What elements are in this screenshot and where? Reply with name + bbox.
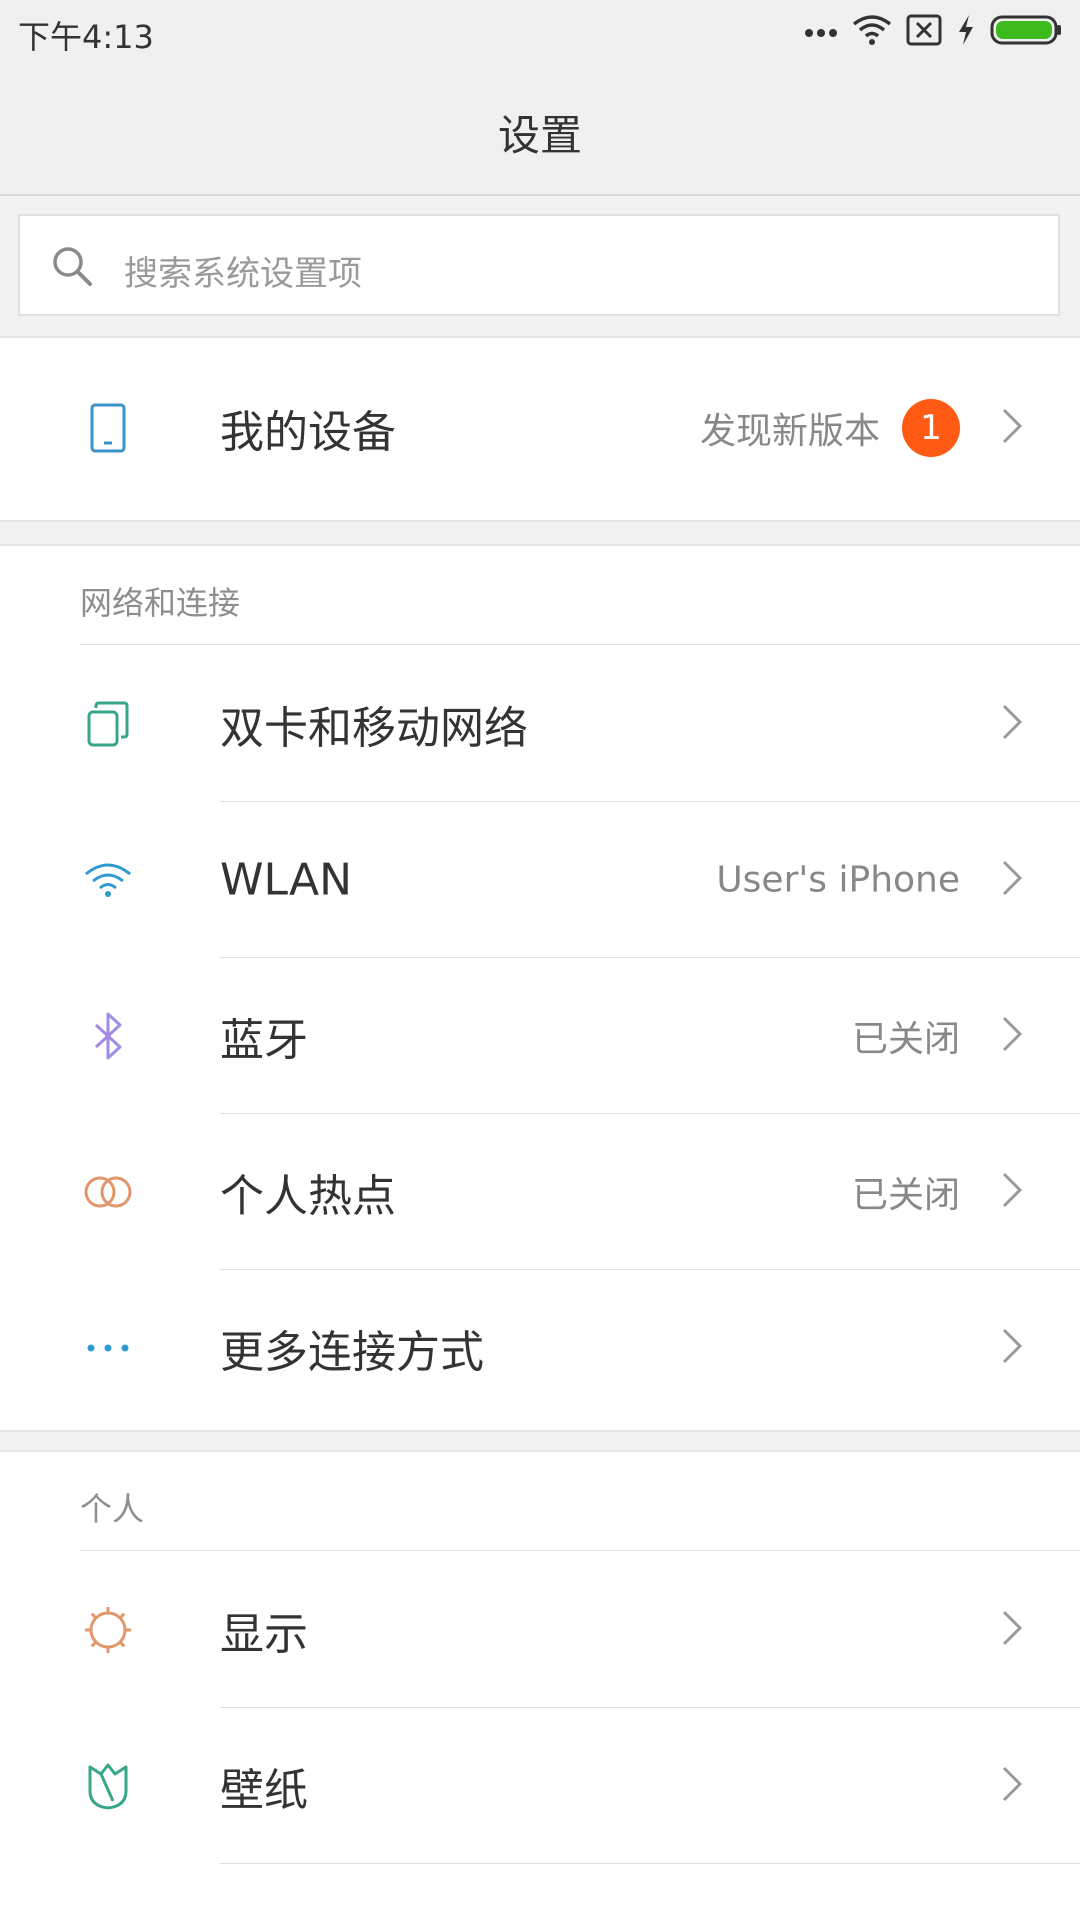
list-item-value: 已关闭: [851, 1175, 960, 1216]
more-connections-icon: [80, 1320, 136, 1376]
list-item-bluetooth[interactable]: 蓝牙 已关闭: [0, 958, 1080, 1114]
battery-icon: [990, 15, 1062, 49]
status-bar: 下午4:13: [0, 0, 1080, 62]
chevron-right-icon: [1000, 1326, 1024, 1370]
section-divider: [80, 644, 1080, 645]
charging-bolt-icon: [956, 14, 976, 50]
personal-section: 个人 显示 壁纸: [0, 1450, 1080, 1922]
chevron-right-icon: [1000, 858, 1024, 902]
search-placeholder: 搜索系统设置项: [124, 254, 362, 294]
title-bar: 设置: [0, 62, 1080, 196]
list-item-display[interactable]: 显示: [0, 1552, 1080, 1708]
list-item-hotspot[interactable]: 个人热点 已关闭: [0, 1114, 1080, 1270]
status-icons: [804, 12, 1062, 52]
search-input[interactable]: 搜索系统设置项: [18, 214, 1060, 316]
network-section: 网络和连接 双卡和移动网络 WLAN User's iPhone 蓝牙 已关闭: [0, 544, 1080, 1432]
chevron-right-icon: [1000, 406, 1024, 450]
section-title-personal: 个人: [80, 1490, 145, 1528]
list-item-more-connections[interactable]: 更多连接方式: [0, 1270, 1080, 1426]
search-icon: [50, 244, 94, 292]
row-divider: [220, 1863, 1080, 1864]
chevron-right-icon: [1000, 1014, 1024, 1058]
hotspot-icon: [80, 1164, 136, 1220]
wifi-icon: [80, 852, 136, 908]
section-divider: [80, 1550, 1080, 1551]
list-item-label: 更多连接方式: [220, 1327, 484, 1378]
list-item-wallpaper[interactable]: 壁纸: [0, 1708, 1080, 1864]
list-item-label: 蓝牙: [220, 1015, 308, 1066]
update-badge: 1: [902, 399, 960, 457]
more-dots-icon: [804, 23, 838, 42]
device-panel: 我的设备 发现新版本 1: [0, 338, 1080, 522]
list-item-label: 壁纸: [220, 1765, 308, 1816]
list-item-value: User's iPhone: [716, 859, 960, 901]
chevron-right-icon: [1000, 1170, 1024, 1214]
chevron-right-icon: [1000, 702, 1024, 746]
chevron-right-icon: [1000, 1608, 1024, 1652]
list-item-wlan[interactable]: WLAN User's iPhone: [0, 802, 1080, 958]
list-item-value: 已关闭: [851, 1019, 960, 1060]
phone-device-icon: [80, 400, 136, 456]
sim-none-icon: [906, 14, 942, 50]
dual-sim-icon: [80, 696, 136, 752]
page-title: 设置: [497, 111, 582, 160]
status-time: 下午4:13: [18, 18, 154, 56]
list-item-label: 个人热点: [220, 1171, 396, 1222]
my-device-item[interactable]: 我的设备 发现新版本 1: [0, 350, 1080, 506]
list-item-label: WLAN: [220, 854, 353, 906]
list-item-dual-sim[interactable]: 双卡和移动网络: [0, 646, 1080, 802]
wifi-icon: [852, 14, 892, 50]
section-title-network: 网络和连接: [80, 584, 241, 622]
wallpaper-icon: [80, 1758, 136, 1814]
list-item-label: 显示: [220, 1609, 308, 1660]
my-device-label: 我的设备: [220, 407, 396, 458]
my-device-status: 发现新版本: [699, 411, 880, 452]
list-item-label: 双卡和移动网络: [220, 703, 528, 754]
search-area: 搜索系统设置项: [0, 196, 1080, 338]
chevron-right-icon: [1000, 1764, 1024, 1808]
display-sun-icon: [80, 1602, 136, 1658]
bluetooth-icon: [80, 1008, 136, 1064]
